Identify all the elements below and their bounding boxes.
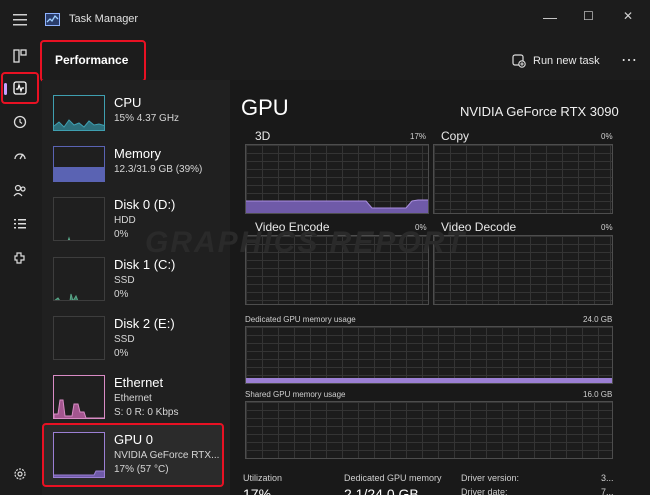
cpu-usage: 15% 4.37 GHz xyxy=(114,113,180,124)
disk-1-thumbnail xyxy=(53,257,105,301)
minimize-button[interactable]: — xyxy=(543,9,557,25)
utilization-value: 17% xyxy=(243,486,272,495)
gpu-0-title: GPU 0 xyxy=(114,432,154,447)
disk-0-usage: 0% xyxy=(114,229,129,240)
run-new-task-button[interactable]: Run new task xyxy=(512,52,600,70)
nav-app-history[interactable] xyxy=(0,106,40,138)
users-icon xyxy=(13,184,26,197)
selection-indicator xyxy=(4,83,7,95)
resource-list: CPU 15% 4.37 GHz Memory 12.3/31.9 GB (39… xyxy=(42,80,228,495)
title-bar: Task Manager — ☐ ✕ xyxy=(0,0,650,40)
command-bar: Performance Run new task ⋯ xyxy=(40,40,650,82)
disk-2-type: SSD xyxy=(114,334,135,345)
watermark-text: Graphics Report xyxy=(145,226,467,259)
dedicated-memory-graph xyxy=(245,326,613,384)
performance-icon xyxy=(13,81,27,95)
resource-item-ethernet[interactable]: Ethernet Ethernet S: 0 R: 0 Kbps xyxy=(42,372,228,428)
run-new-task-label: Run new task xyxy=(533,55,600,67)
more-options-button[interactable]: ⋯ xyxy=(621,50,637,70)
ethernet-title: Ethernet xyxy=(114,375,164,390)
disk-1-usage: 0% xyxy=(114,289,129,300)
disk-0-thumbnail xyxy=(53,197,105,241)
shared-memory-max: 16.0 GB xyxy=(583,390,613,399)
disk-0-title: Disk 0 (D:) xyxy=(114,197,176,212)
nav-startup-apps[interactable] xyxy=(0,140,40,172)
engine-3d-label: 3D xyxy=(255,129,271,143)
run-task-icon xyxy=(512,54,526,68)
resource-item-disk-1[interactable]: Disk 1 (C:) SSD 0% xyxy=(42,254,228,310)
resource-item-cpu[interactable]: CPU 15% 4.37 GHz xyxy=(42,92,228,142)
nav-details[interactable] xyxy=(0,208,40,240)
resource-item-gpu-0[interactable]: GPU 0 NVIDIA GeForce RTX... 17% (57 °C) xyxy=(42,423,224,487)
hamburger-icon[interactable] xyxy=(13,14,27,26)
gpu-heading: GPU xyxy=(241,95,289,120)
memory-title: Memory xyxy=(114,146,161,161)
resource-item-disk-2[interactable]: Disk 2 (E:) SSD 0% xyxy=(42,313,228,369)
resource-item-memory[interactable]: Memory 12.3/31.9 GB (39%) xyxy=(42,143,228,193)
ethernet-throughput: S: 0 R: 0 Kbps xyxy=(114,407,179,418)
engine-3d-graph xyxy=(245,144,429,214)
utilization-label: Utilization xyxy=(243,473,283,483)
startup-apps-icon xyxy=(14,153,26,160)
gpu-detail-panel: GPU NVIDIA GeForce RTX 3090 3D 17% Copy … xyxy=(145,80,650,495)
nav-services[interactable] xyxy=(0,242,40,274)
navigation-rail xyxy=(0,40,42,495)
disk-1-type: SSD xyxy=(114,275,135,286)
memory-thumbnail xyxy=(53,146,105,182)
driver-date-value: 7... xyxy=(601,487,614,495)
driver-date-label: Driver date: xyxy=(461,487,508,495)
ethernet-adapter: Ethernet xyxy=(114,393,152,404)
details-icon xyxy=(14,219,26,229)
maximize-button[interactable]: ☐ xyxy=(583,9,594,23)
dedicated-gpu-memory-value: 2.1/24.0 GB xyxy=(344,486,419,495)
dedicated-gpu-memory-label: Dedicated GPU memory xyxy=(344,473,442,483)
services-icon xyxy=(14,252,25,264)
dedicated-memory-max: 24.0 GB xyxy=(583,315,613,324)
cpu-thumbnail xyxy=(53,95,105,131)
disk-2-title: Disk 2 (E:) xyxy=(114,316,175,331)
settings-icon xyxy=(14,468,26,480)
app-history-icon xyxy=(13,115,27,129)
close-button[interactable]: ✕ xyxy=(623,9,633,23)
nav-settings[interactable] xyxy=(0,458,40,490)
shared-memory-graph xyxy=(245,401,613,459)
gpu-0-thumbnail xyxy=(53,432,105,478)
disk-2-usage: 0% xyxy=(114,348,129,359)
ethernet-thumbnail xyxy=(53,375,105,419)
disk-0-type: HDD xyxy=(114,215,136,226)
engine-3d-value: 17% xyxy=(410,132,427,141)
engine-copy-graph xyxy=(433,144,613,214)
memory-usage: 12.3/31.9 GB (39%) xyxy=(114,164,203,175)
gpu-model-name: NVIDIA GeForce RTX 3090 xyxy=(460,104,619,119)
engine-copy-value: 0% xyxy=(601,132,613,141)
dedicated-memory-label: Dedicated GPU memory usage xyxy=(245,315,356,324)
nav-users[interactable] xyxy=(0,174,40,206)
processes-icon xyxy=(13,49,27,63)
cpu-title: CPU xyxy=(114,95,142,110)
page-title: Performance xyxy=(55,53,129,67)
driver-version-label: Driver version: xyxy=(461,473,520,483)
disk-2-thumbnail xyxy=(53,316,105,360)
nav-processes[interactable] xyxy=(0,40,40,72)
engine-video-decode-value: 0% xyxy=(601,223,613,232)
task-manager-app-icon xyxy=(45,13,60,26)
gpu-0-usage: 17% (57 °C) xyxy=(114,464,169,475)
driver-version-value: 3... xyxy=(601,473,614,483)
shared-memory-label: Shared GPU memory usage xyxy=(245,390,346,399)
gpu-0-model: NVIDIA GeForce RTX... xyxy=(114,450,220,461)
engine-copy-label: Copy xyxy=(441,129,470,143)
window-title: Task Manager xyxy=(69,13,139,25)
